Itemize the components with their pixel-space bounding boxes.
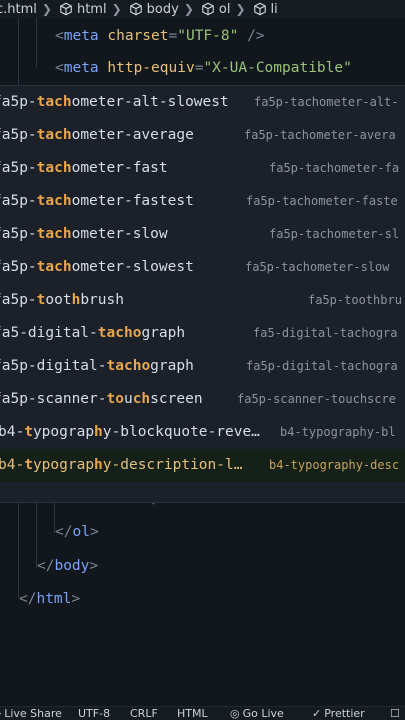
tag-name: meta: [63, 60, 99, 76]
chevron-right-icon: ❯: [235, 2, 246, 16]
breadcrumb-body-label: body: [146, 1, 179, 17]
tag-bracket: >: [89, 524, 99, 540]
attribute-value: "UTF-8": [177, 28, 239, 44]
suggestion-label: fa5p-tachometer-average: [0, 127, 194, 143]
attribute-value: "X-UA-Compatible": [203, 60, 352, 76]
status-encoding[interactable]: UTF-8: [78, 707, 110, 720]
element-cube-icon: [129, 2, 142, 16]
code-line-meta-charset: <meta charset="UTF-8" />: [55, 25, 265, 47]
chevron-right-icon: ❯: [183, 2, 194, 16]
suggestion-item[interactable]: fa5-digital-tachograph fa5-digital-tacho…: [0, 317, 405, 350]
suggestion-detail: fa5p-toothbru: [308, 293, 402, 307]
suggestion-item-selected[interactable]: b4-typography-description-l… b4-typograp…: [0, 449, 405, 482]
tag-bracket: >: [71, 591, 81, 607]
tag-name: meta: [63, 28, 99, 44]
suggestion-detail: fa5p-digital-tachogra: [246, 359, 398, 373]
status-go-live[interactable]: ◎ Go Live: [230, 707, 284, 720]
feedback-icon: ☐: [390, 707, 400, 720]
suggestion-label: fa5p-tachometer-slow: [0, 226, 168, 242]
tag-bracket: </: [55, 524, 73, 540]
status-language[interactable]: HTML: [177, 707, 208, 720]
suggestion-label: fa5-digital-tachograph: [0, 325, 186, 341]
status-bar: ⇢Live Share UTF-8 CRLF HTML ◎Go Live ✓Pr…: [0, 706, 405, 720]
suggestion-item[interactable]: fa5p-toothbrush fa5p-toothbru: [0, 284, 405, 317]
suggestion-item[interactable]: fa5p-tachometer-average fa5p-tachometer-…: [0, 119, 405, 152]
tag-name: ol: [72, 524, 90, 540]
suggestion-item[interactable]: fa5p-tachometer-slowest fa5p-tachometer-…: [0, 251, 405, 284]
suggestion-detail: fa5p-tachometer-sl: [269, 227, 400, 241]
tag-bracket: >: [89, 558, 99, 574]
suggestion-item[interactable]: b4-typography-blockquote-reve… b4-typogr…: [0, 416, 405, 449]
breadcrumb-item-file[interactable]: c.html: [0, 2, 37, 17]
breadcrumb: c.html ❯ html ❯ body ❯ ol ❯ li: [0, 0, 405, 19]
tag-bracket: />: [238, 28, 265, 44]
tag-name: body: [54, 558, 90, 574]
suggestion-item[interactable]: fa5p-tachometer-alt-slowest fa5p-tachome…: [0, 86, 405, 119]
suggestion-detail: fa5p-tachometer-faste: [246, 194, 398, 208]
suggestion-detail: fa5p-scanner-touchscre: [237, 392, 396, 406]
tag-bracket: <: [55, 28, 64, 44]
suggestion-label: fa5p-tachometer-fast: [0, 160, 168, 176]
breadcrumb-file-label: c.html: [0, 1, 37, 17]
code-line-ol-close: </ol>: [55, 521, 99, 543]
suggestion-label: fa5p-scanner-touchscreen: [0, 391, 203, 407]
suggestion-label: fa5p-tachometer-slowest: [0, 259, 194, 275]
autocomplete-suggest-widget[interactable]: fa5p-tachometer-alt-slowest fa5p-tachome…: [0, 85, 405, 503]
status-prettier[interactable]: ✓ Prettier: [312, 707, 365, 720]
suggestion-item[interactable]: fa5p-scanner-touchscreen fa5p-scanner-to…: [0, 383, 405, 416]
suggestion-item[interactable]: fa5p-digital-tachograph fa5p-digital-tac…: [0, 350, 405, 383]
breadcrumb-li-label: li: [270, 1, 278, 17]
suggestion-detail: b4-typography-bl: [280, 425, 396, 439]
suggestion-label: fa5p-digital-tachograph: [0, 358, 194, 374]
tag-bracket: </: [19, 591, 37, 607]
attribute-name: charset: [107, 28, 169, 44]
element-cube-icon: [60, 2, 72, 16]
breadcrumb-item-body[interactable]: body: [127, 2, 179, 17]
suggestion-label: fa5p-tachometer-alt-slowest: [0, 94, 229, 110]
breadcrumb-item-li[interactable]: li: [251, 2, 278, 17]
tag-bracket: <: [55, 60, 64, 76]
indent-guide: [36, 18, 37, 68]
vscode-window: c.html ❯ html ❯ body ❯ ol ❯ li <meta cha…: [0, 0, 405, 720]
element-cube-icon: [202, 2, 214, 16]
check-icon: ✓: [312, 707, 322, 720]
suggestion-detail: fa5p-tachometer-alt-: [254, 95, 399, 109]
status-feedback[interactable]: ☐: [390, 707, 403, 720]
suggestion-label: b4-typography-blockquote-reve…: [0, 424, 260, 440]
equals-sign: =: [168, 28, 178, 44]
suggestion-detail: fa5p-tachometer-fa: [269, 161, 400, 175]
suggestion-label: b4-typography-description-l…: [0, 457, 243, 473]
code-editor[interactable]: <meta charset="UTF-8" /> <meta http-equi…: [0, 18, 405, 706]
code-line-html-close: </html>: [19, 588, 80, 610]
suggestion-label: fa5p-toothbrush: [0, 292, 124, 308]
chevron-right-icon: ❯: [111, 2, 122, 16]
tag-name: html: [36, 591, 72, 607]
suggestion-detail: b4-typography-desc: [269, 458, 400, 472]
suggestion-label: fa5p-tachometer-fastest: [0, 193, 194, 209]
code-line-meta-http-equiv: <meta http-equiv="X-UA-Compatible": [55, 57, 352, 79]
live-share-icon: ⇢: [0, 707, 1, 720]
attribute-name: http-equiv: [107, 60, 195, 76]
breadcrumb-item-html[interactable]: html: [57, 2, 107, 17]
breadcrumb-html-label: html: [76, 1, 107, 17]
suggestion-item[interactable]: fa5p-tachometer-fast fa5p-tachometer-fa: [0, 152, 405, 185]
chevron-right-icon: ❯: [41, 2, 52, 16]
tag-bracket: </: [37, 558, 55, 574]
suggestion-item[interactable]: fa5p-tachometer-slow fa5p-tachometer-sl: [0, 218, 405, 251]
breadcrumb-item-ol[interactable]: ol: [199, 1, 231, 17]
element-cube-icon: [253, 2, 266, 16]
code-line-body-close: </body>: [37, 555, 98, 577]
status-eol[interactable]: CRLF: [130, 707, 158, 720]
suggestion-detail: fa5p-tachometer-avera: [244, 128, 396, 142]
broadcast-icon: ◎: [230, 707, 240, 720]
suggestion-item[interactable]: fa5p-tachometer-fastest fa5p-tachometer-…: [0, 185, 405, 218]
suggestion-detail: fa5-digital-tachogra: [253, 326, 398, 340]
suggestion-detail: fa5p-tachometer-slow: [245, 260, 390, 274]
breadcrumb-ol-label: ol: [218, 1, 231, 17]
status-live-share[interactable]: ⇢Live Share: [0, 707, 62, 720]
